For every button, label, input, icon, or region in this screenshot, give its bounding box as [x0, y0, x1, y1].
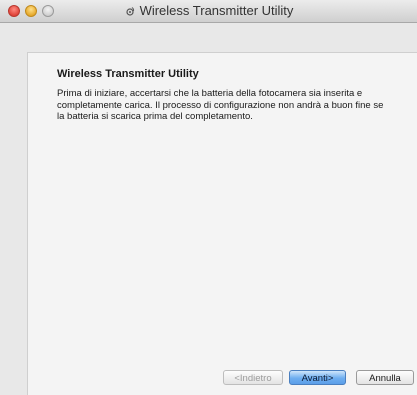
window-title-group: Wireless Transmitter Utility [0, 3, 417, 21]
cancel-button[interactable]: Annulla [356, 370, 414, 385]
window-title: Wireless Transmitter Utility [139, 3, 294, 18]
app-window: Wireless Transmitter Utility Wireless Tr… [0, 0, 417, 395]
instruction-text: Prima di iniziare, accertarsi che la bat… [57, 88, 384, 122]
toolbar-area [0, 23, 417, 51]
next-button[interactable]: Avanti> [289, 370, 346, 385]
page-title: Wireless Transmitter Utility [57, 68, 199, 80]
back-button[interactable]: <Indietro [223, 370, 283, 385]
title-bar[interactable]: Wireless Transmitter Utility [0, 0, 417, 23]
app-icon [124, 5, 136, 21]
